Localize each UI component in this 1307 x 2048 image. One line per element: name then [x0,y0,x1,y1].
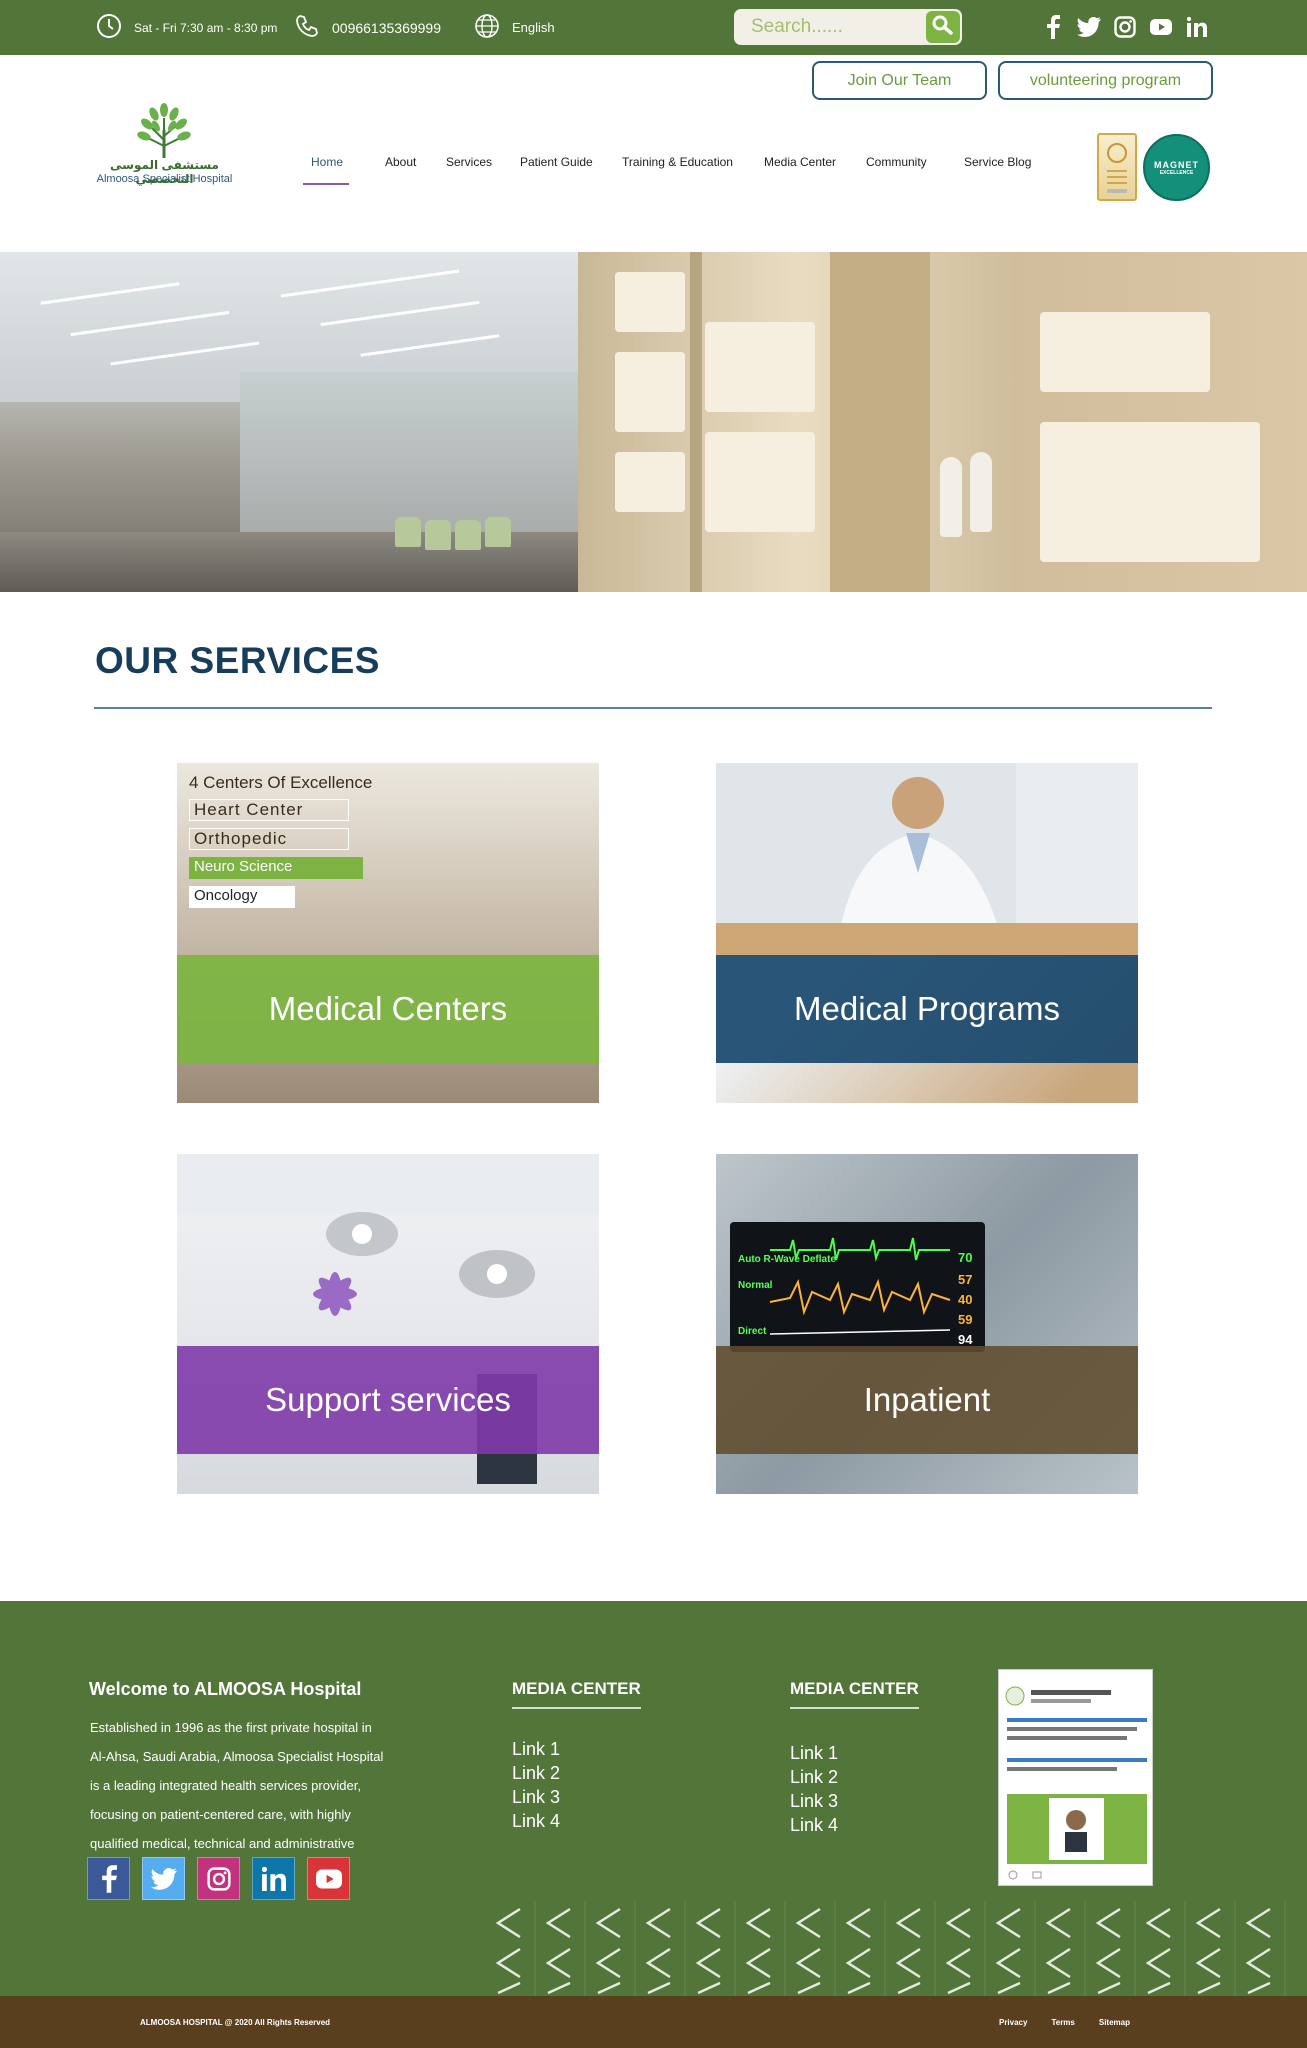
magnet-badge-sub: EXCELLENCE [1159,169,1194,176]
monitor-label-2: Normal [738,1280,773,1291]
opening-hours: Sat - Fri 7:30 am - 8:30 pm [96,0,277,55]
footer-social-links [87,1857,350,1900]
center-orthopedic: Orthopedic [189,828,349,850]
facebook-icon[interactable] [1041,13,1065,41]
language-label: English [512,20,555,35]
nav-item-community[interactable]: Community [866,155,927,169]
nav-item-patient-guide[interactable]: Patient Guide [520,155,593,169]
search-button[interactable] [926,11,960,43]
medical-centers-label: Medical Centers [177,955,599,1063]
logo-english-text: Almoosa Specialist Hospital [96,173,233,185]
phone-number: 00966135369999 [332,19,442,36]
monitor-value-4: 59 [958,1312,973,1327]
footer-media-column-2: MEDIA CENTER Link 1 Link 2 Link 3 Link 4 [790,1679,919,1837]
search-input[interactable] [734,9,919,45]
footer-text-line: Established in 1996 as the first private… [90,1720,372,1735]
footer-link[interactable]: Link 1 [512,1737,641,1761]
top-bar: Sat - Fri 7:30 am - 8:30 pm 009661353699… [0,0,1307,55]
footer-link[interactable]: Link 3 [512,1785,641,1809]
footer-link[interactable]: Link 4 [512,1809,641,1833]
footer-column-title: MEDIA CENTER [790,1679,919,1709]
phone-link[interactable]: 00966135369999 [294,0,441,55]
hospital-logo[interactable]: مستشفى الموسى التخصصي Almoosa Specialist… [92,100,242,190]
bottom-bar: ALMOOSA HOSPITAL @ 2020 All Rights Reser… [0,1996,1307,2048]
volunteering-program-button[interactable]: volunteering program [998,61,1213,100]
monitor-label-1: Auto R-Wave Deflate [738,1254,836,1265]
linkedin-icon[interactable] [1185,13,1209,41]
terms-link[interactable]: Terms [1051,2018,1074,2027]
footer-text-line: Al-Ahsa, Saudi Arabia, Almoosa Specialis… [90,1749,384,1764]
page: Sat - Fri 7:30 am - 8:30 pm 009661353699… [0,0,1307,2048]
footer-link[interactable]: Link 1 [790,1741,919,1765]
footer-link[interactable]: Link 2 [512,1761,641,1785]
support-services-card[interactable]: Support services [177,1154,599,1494]
inpatient-label: Inpatient [716,1346,1138,1454]
centers-heading: 4 Centers Of Excellence [189,773,373,792]
phone-icon [294,13,320,42]
top-social-links [1041,13,1209,41]
footer-text-line: focusing on patient-centered care, with … [90,1807,351,1822]
nav-item-about[interactable]: About [385,155,416,169]
linkedin-icon[interactable] [252,1857,295,1900]
patient-monitor-image: Auto R-Wave Deflate Normal Direct 70 57 … [730,1222,985,1352]
privacy-link[interactable]: Privacy [999,2018,1027,2027]
magnet-excellence-badge: MAGNET EXCELLENCE [1143,134,1210,201]
accreditation-badge [1097,133,1137,201]
doctor-image [716,763,1138,955]
nav-item-training-education[interactable]: Training & Education [622,155,733,169]
footer-welcome-title: Welcome to ALMOOSA Hospital [89,1679,362,1699]
nav-item-services[interactable]: Services [446,155,492,169]
footer-text-line: is a leading integrated health services … [90,1778,361,1793]
hero-banner-image [0,252,1307,592]
footer-link[interactable]: Link 3 [790,1789,919,1813]
globe-icon [474,13,500,42]
sitemap-link[interactable]: Sitemap [1099,2018,1130,2027]
center-neuro: Neuro Science [189,857,363,879]
copyright-text: ALMOOSA HOSPITAL @ 2020 All Rights Reser… [140,2018,331,2027]
center-oncology: Oncology [189,886,295,908]
services-heading: OUR SERVICES [95,640,380,681]
support-services-label: Support services [177,1346,599,1454]
monitor-value-3: 40 [958,1292,973,1307]
youtube-icon[interactable] [1149,13,1173,41]
medical-centers-card[interactable]: 4 Centers Of Excellence Heart Center Ort… [177,763,599,1103]
search-icon [931,14,955,41]
youtube-icon[interactable] [307,1857,350,1900]
monitor-value-5: 94 [958,1332,973,1347]
search-box [734,9,962,45]
magnet-badge-title: MAGNET [1154,159,1199,170]
center-heart: Heart Center [189,799,349,821]
nav-active-indicator [303,183,349,185]
medical-programs-label: Medical Programs [716,955,1138,1063]
centers-overlay: 4 Centers Of Excellence Heart Center Ort… [189,773,372,915]
twitter-icon[interactable] [1077,13,1101,41]
monitor-value-1: 70 [958,1250,973,1265]
join-our-team-button[interactable]: Join Our Team [812,61,987,100]
twitter-icon[interactable] [142,1857,185,1900]
decorative-chevron-pattern [495,1901,1286,1996]
medical-programs-card[interactable]: Medical Programs [716,763,1138,1103]
facebook-icon[interactable] [87,1857,130,1900]
nav-item-home[interactable]: Home [311,155,343,169]
nav-item-media-center[interactable]: Media Center [764,155,836,169]
instagram-icon[interactable] [1113,13,1137,41]
twitter-feed-widget[interactable] [998,1669,1153,1886]
services-divider [94,707,1212,709]
footer-column-title: MEDIA CENTER [512,1679,641,1709]
bottom-links: Privacy Terms Sitemap [999,2018,1130,2027]
inpatient-card[interactable]: Auto R-Wave Deflate Normal Direct 70 57 … [716,1154,1138,1494]
footer: Welcome to ALMOOSA Hospital Established … [0,1601,1307,1996]
language-switch[interactable]: English [474,0,555,55]
hours-text: Sat - Fri 7:30 am - 8:30 pm [134,20,278,35]
footer-media-column-1: MEDIA CENTER Link 1 Link 2 Link 3 Link 4 [512,1679,641,1833]
monitor-label-3: Direct [738,1326,767,1337]
monitor-value-2: 57 [958,1272,973,1287]
instagram-icon[interactable] [197,1857,240,1900]
footer-text-line: qualified medical, technical and adminis… [90,1836,355,1851]
footer-welcome-text: Established in 1996 as the first private… [90,1713,410,1858]
footer-link[interactable]: Link 4 [790,1813,919,1837]
clock-icon [96,13,122,42]
nav-item-service-blog[interactable]: Service Blog [964,155,1031,169]
footer-link[interactable]: Link 2 [790,1765,919,1789]
